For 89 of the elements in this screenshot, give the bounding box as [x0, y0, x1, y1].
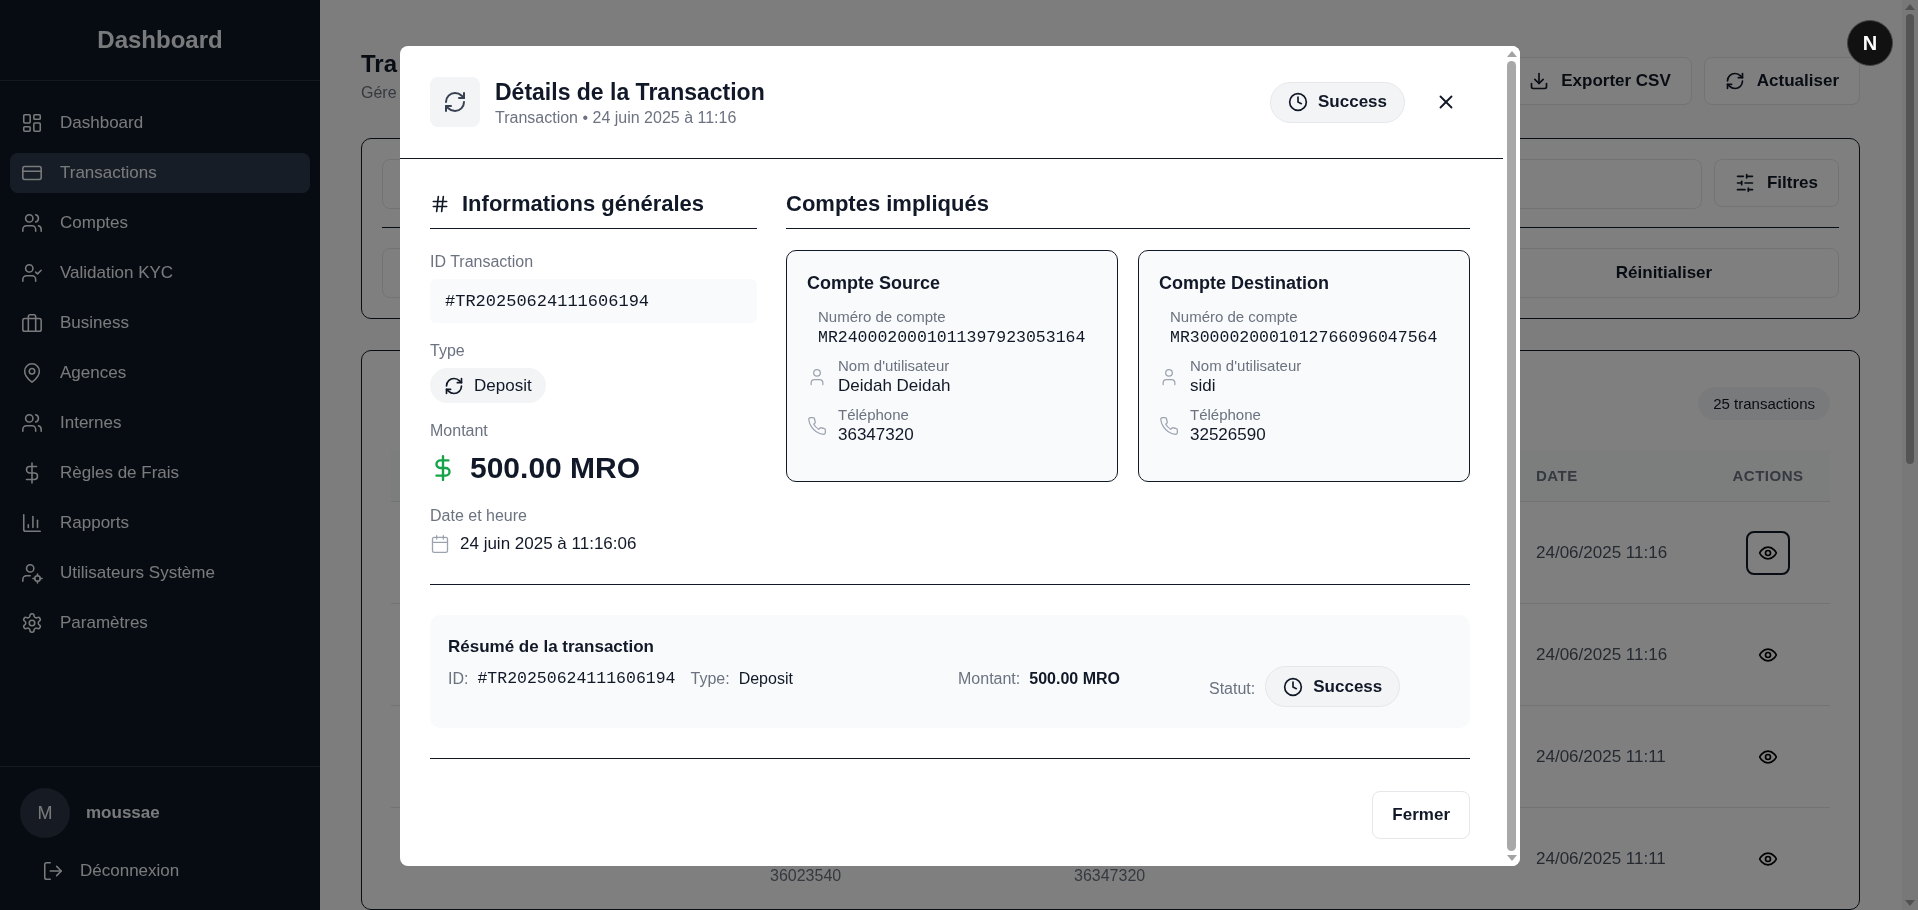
field-label: Nom d'utilisateur	[838, 357, 951, 374]
table-cell: 24/06/2025 11:16	[1536, 542, 1668, 563]
logout-button[interactable]: Déconnexion	[42, 860, 180, 882]
sidebar-title: Dashboard	[97, 26, 223, 54]
field-label: Date et heure	[430, 507, 527, 525]
amount-value: 500.00 MRO	[1029, 669, 1120, 689]
sidebar-item[interactable]: Transactions	[10, 153, 310, 193]
clock-icon	[1283, 676, 1304, 697]
dashboard-icon	[21, 112, 43, 134]
download-icon	[1529, 71, 1550, 91]
briefcase-icon	[21, 312, 43, 334]
field-label: Téléphone	[838, 406, 910, 423]
card-title: Compte Destination	[1159, 273, 1330, 294]
field-label: Montant:	[958, 669, 1021, 689]
section-heading: Comptes impliqués	[786, 191, 989, 217]
phone-icon	[807, 415, 827, 436]
user-avatar: M	[20, 788, 70, 838]
refresh-icon	[444, 375, 464, 396]
status-badge: Success	[1270, 81, 1405, 123]
transaction-id: #TR20250624111606194	[430, 279, 757, 323]
hash-icon	[430, 194, 450, 214]
sidebar-item[interactable]: Règles de Frais	[10, 453, 310, 493]
field-label: Téléphone	[1190, 406, 1262, 423]
table-cell: 36023540	[770, 866, 842, 885]
transaction-id: #TR20250624111606194	[477, 668, 676, 690]
settings-icon	[21, 612, 43, 634]
sidebar-item[interactable]: Internes	[10, 403, 310, 443]
phone-icon	[1159, 415, 1179, 436]
sidebar-item[interactable]: Agences	[10, 353, 310, 393]
dev-badge[interactable]: N	[1847, 20, 1893, 66]
user-name: sidi	[1190, 376, 1217, 396]
field-label: ID Transaction	[430, 253, 534, 271]
field-label: ID:	[448, 669, 469, 689]
table-cell: 24/06/2025 11:11	[1536, 746, 1666, 767]
sidebar-item[interactable]: Dashboard	[10, 103, 310, 143]
phone-number: 36347320	[838, 425, 914, 445]
field-label: Numéro de compte	[818, 308, 947, 325]
sliders-icon	[1734, 173, 1755, 193]
users-icon	[21, 412, 43, 434]
view-button[interactable]	[1746, 530, 1790, 575]
section-heading: Informations générales	[462, 191, 705, 217]
sidebar-item[interactable]: Business	[10, 303, 310, 343]
column-header: DATE	[1535, 467, 1579, 484]
date-value: 24 juin 2025 à 11:16:06	[460, 534, 637, 554]
account-number: MR3000020001012766096047564	[1170, 328, 1439, 347]
field-label: Montant	[430, 422, 488, 440]
calendar-icon	[430, 534, 450, 554]
user-gear-icon	[21, 562, 43, 584]
card-title: Compte Source	[807, 273, 942, 294]
table-cell: 36347320	[1074, 866, 1146, 885]
dialog-subtitle: Transaction • 24 juin 2025 à 11:16	[495, 108, 738, 127]
transaction-icon	[430, 77, 480, 127]
sidebar-item[interactable]: Rapports	[10, 503, 310, 543]
field-label: Nom d'utilisateur	[1190, 357, 1302, 374]
count-badge: 25 transactions	[1698, 386, 1830, 420]
column-header: ACTIONS	[1731, 467, 1805, 484]
refresh-button[interactable]: Actualiser	[1703, 57, 1860, 105]
close-button[interactable]: Fermer	[1372, 791, 1470, 839]
user-name: moussae	[86, 803, 160, 823]
sidebar-item[interactable]: Paramètres	[10, 603, 310, 643]
bar-chart-icon	[21, 512, 43, 534]
sidebar-item[interactable]: Utilisateurs Système	[10, 553, 310, 593]
sidebar-item[interactable]: Comptes	[10, 203, 310, 243]
user-check-icon	[21, 262, 43, 284]
users-icon	[21, 212, 43, 234]
filters-button[interactable]: Filtres	[1713, 159, 1839, 207]
field-label: Type	[430, 342, 465, 360]
page-subtitle: Gére	[361, 84, 398, 102]
status-badge: Success	[1265, 666, 1401, 707]
type-badge: Deposit	[430, 368, 546, 403]
clock-icon	[1288, 92, 1308, 112]
dialog-title: Détails de la Transaction	[495, 77, 766, 106]
phone-number: 32526590	[1190, 425, 1266, 445]
table-cell: 24/06/2025 11:16	[1536, 644, 1668, 665]
field-label: Statut:	[1209, 679, 1256, 699]
logout-icon	[42, 860, 64, 882]
scrollbar[interactable]	[1902, 0, 1918, 910]
amount-value: 500.00 MRO	[470, 451, 641, 485]
table-cell: 24/06/2025 11:11	[1536, 848, 1666, 869]
user-name: Deidah Deidah	[838, 376, 951, 396]
type-value: Deposit	[738, 669, 793, 689]
map-pin-icon	[21, 362, 43, 384]
refresh-icon	[1724, 71, 1745, 91]
field-label: Type:	[690, 669, 730, 689]
account-number: MR2400020001011397923053164	[818, 328, 1087, 347]
field-label: Numéro de compte	[1170, 308, 1299, 325]
sidebar-item[interactable]: Validation KYC	[10, 253, 310, 293]
page-title: Tra	[361, 49, 398, 79]
summary-title: Résumé de la transaction	[448, 637, 655, 657]
